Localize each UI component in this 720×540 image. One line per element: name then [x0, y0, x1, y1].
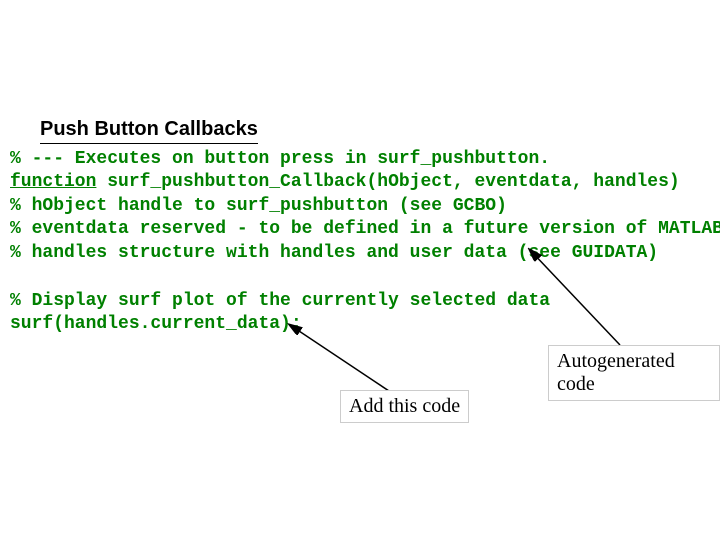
- code-line: % Display surf plot of the currently sel…: [10, 290, 550, 313]
- code-line: function surf_pushbutton_Callback(hObjec…: [10, 171, 720, 194]
- keyword-function: function: [10, 172, 96, 192]
- code-line: % eventdata reserved - to be defined in …: [10, 218, 720, 241]
- section-title: Push Button Callbacks: [40, 118, 258, 144]
- label-autogenerated: Autogenerated code: [548, 345, 720, 401]
- code-line: % --- Executes on button press in surf_p…: [10, 148, 720, 171]
- label-add-code: Add this code: [340, 390, 469, 423]
- arrow-to-autogen: [500, 240, 650, 360]
- code-line: % hObject handle to surf_pushbutton (see…: [10, 195, 720, 218]
- code-text: surf_pushbutton_Callback(hObject, eventd…: [96, 172, 679, 192]
